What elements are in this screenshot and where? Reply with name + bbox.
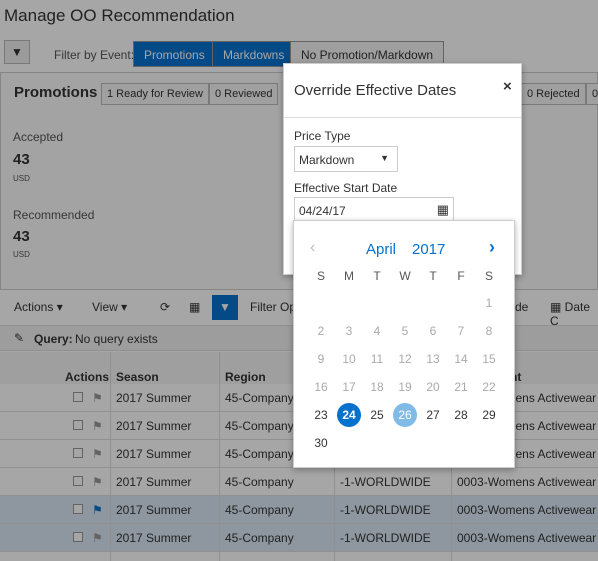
close-icon[interactable]: × (503, 78, 512, 95)
day-23[interactable]: 23 (309, 403, 333, 427)
day-2: 2 (317, 324, 325, 338)
month-label[interactable]: April (366, 241, 396, 258)
weekday-label: T (373, 269, 381, 283)
price-type-select[interactable]: Markdown ▼ (294, 146, 398, 172)
day-17: 17 (342, 380, 356, 394)
next-month-icon[interactable]: › (489, 237, 495, 258)
day-19: 19 (398, 380, 412, 394)
day-26[interactable]: 26 (393, 403, 417, 427)
start-date-value: 04/24/17 (299, 204, 346, 218)
chevron-down-icon: ▼ (380, 153, 389, 163)
day-6: 6 (429, 324, 437, 338)
dialog-title: Override Effective Dates (294, 82, 457, 99)
day-3: 3 (345, 324, 353, 338)
weekday-label: T (429, 269, 437, 283)
day-16: 16 (314, 380, 328, 394)
day-24[interactable]: 24 (337, 403, 361, 427)
price-type-value: Markdown (299, 153, 355, 167)
day-10: 10 (342, 352, 356, 366)
day-27[interactable]: 27 (421, 403, 445, 427)
day-14: 14 (454, 352, 468, 366)
day-8: 8 (485, 324, 493, 338)
day-29[interactable]: 29 (477, 403, 501, 427)
divider (284, 117, 521, 118)
day-20: 20 (426, 380, 440, 394)
year-label[interactable]: 2017 (412, 241, 445, 258)
day-18: 18 (370, 380, 384, 394)
prev-month-icon[interactable]: ‹ (310, 239, 315, 257)
day-28[interactable]: 28 (449, 403, 473, 427)
day-15: 15 (482, 352, 496, 366)
day-9: 9 (317, 352, 325, 366)
day-12: 12 (398, 352, 412, 366)
start-date-label: Effective Start Date (294, 181, 398, 195)
day-1: 1 (485, 296, 493, 310)
day-25[interactable]: 25 (365, 403, 389, 427)
day-11: 11 (370, 352, 384, 366)
day-4: 4 (373, 324, 381, 338)
date-picker: ‹ April 2017 › S M T W T F S 1 2 3 4 5 6 7 8 9 10 11 12 13 1… (293, 220, 515, 468)
day-5: 5 (401, 324, 409, 338)
day-21: 21 (454, 380, 468, 394)
weekday-label: M (344, 269, 354, 283)
day-30[interactable]: 30 (309, 431, 333, 455)
price-type-label: Price Type (294, 129, 351, 143)
weekday-label: W (399, 269, 411, 283)
day-22: 22 (482, 380, 496, 394)
weekday-label: S (484, 269, 493, 283)
weekday-label: F (457, 269, 465, 283)
calendar-icon[interactable]: ▦ (437, 202, 449, 218)
day-7: 7 (457, 324, 465, 338)
day-13: 13 (426, 352, 440, 366)
weekday-label: S (316, 269, 325, 283)
